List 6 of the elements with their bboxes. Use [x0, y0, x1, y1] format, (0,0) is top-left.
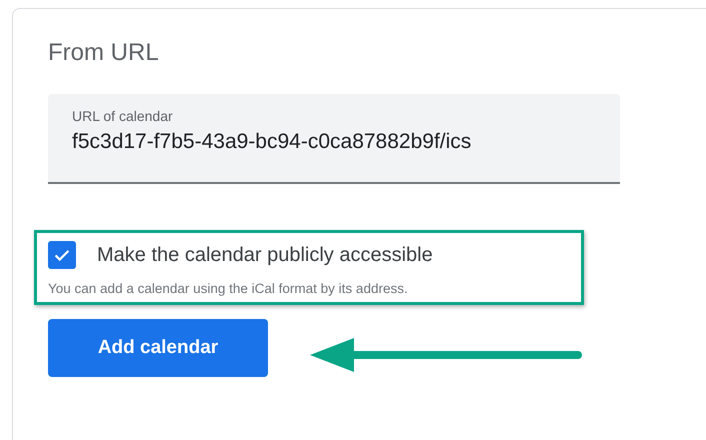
checkbox[interactable]	[48, 241, 76, 269]
add-calendar-button[interactable]: Add calendar	[48, 319, 268, 377]
checkbox-label: Make the calendar publicly accessible	[97, 244, 433, 266]
section-title: From URL	[48, 39, 160, 67]
hint-text: You can add a calendar using the iCal format by its address.	[48, 281, 409, 296]
url-field[interactable]: URL of calendar f5c3d17-f7b5-43a9-bc94-c0ca87882b9f/ics	[48, 94, 620, 184]
